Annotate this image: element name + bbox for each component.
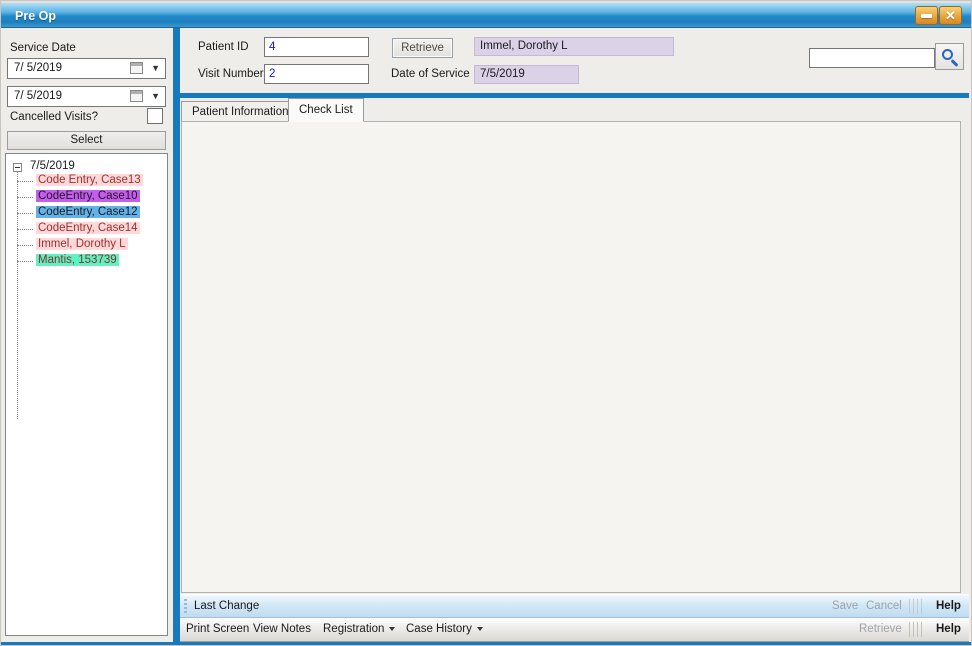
chevron-down-icon[interactable]: ▼: [151, 91, 160, 101]
tree-root-node[interactable]: 7/5/2019: [30, 160, 75, 172]
tab-check-list[interactable]: Check List: [288, 98, 364, 122]
tree-item[interactable]: CodeEntry, Case12: [36, 206, 140, 221]
window-title: Pre Op: [15, 9, 56, 23]
close-icon: ✕: [945, 9, 956, 22]
calendar-icon: [130, 62, 143, 74]
panel-divider: [173, 28, 180, 642]
search-button[interactable]: [935, 43, 964, 70]
minimize-button[interactable]: [915, 6, 938, 25]
status-bar: Last Change Save Cancel Help: [180, 594, 969, 618]
patient-name-field: Immel, Dorothy L: [474, 37, 674, 56]
save-button[interactable]: Save: [832, 600, 858, 612]
tree-item[interactable]: Immel, Dorothy L: [36, 238, 128, 253]
visits-tree: 7/5/2019 Code Entry, Case13 CodeEntry, C…: [5, 153, 168, 636]
patient-id-label: Patient ID: [198, 41, 249, 53]
visit-number-input[interactable]: [264, 64, 369, 84]
cancelled-visits-label: Cancelled Visits?: [10, 111, 98, 123]
chevron-down-icon: [389, 627, 395, 631]
tree-item[interactable]: Mantis, 153739: [36, 254, 119, 269]
search-icon: [942, 49, 953, 60]
calendar-icon: [130, 90, 143, 102]
retrieve-toolbar-button[interactable]: Retrieve: [859, 623, 902, 635]
window-bottom-border: [1, 642, 972, 646]
search-input[interactable]: [809, 48, 935, 68]
close-button[interactable]: ✕: [939, 6, 962, 25]
view-notes-button[interactable]: View Notes: [253, 623, 311, 635]
toolbar-separator: [909, 622, 923, 637]
service-date-label: Service Date: [10, 42, 76, 54]
help-button[interactable]: Help: [936, 600, 961, 612]
toolbar-separator: [909, 599, 923, 614]
tree-item[interactable]: CodeEntry, Case10: [36, 190, 140, 205]
tree-guide-line: [17, 171, 18, 419]
patient-id-input[interactable]: [264, 37, 369, 57]
toolbar-grip-icon: [184, 599, 187, 614]
service-date-to-picker[interactable]: 7/ 5/2019 ▼: [7, 86, 166, 107]
registration-menu[interactable]: Registration: [323, 623, 395, 635]
chevron-down-icon: [477, 627, 483, 631]
retrieve-button[interactable]: Retrieve: [392, 38, 453, 58]
date-of-service-field: 7/5/2019: [474, 65, 579, 84]
chevron-down-icon[interactable]: ▼: [151, 63, 160, 73]
tab-patient-information[interactable]: Patient Information: [181, 101, 300, 122]
select-button[interactable]: Select: [7, 131, 166, 150]
print-screen-button[interactable]: Print Screen: [186, 623, 249, 635]
date-of-service-label: Date of Service: [391, 68, 470, 80]
minimize-icon: [921, 14, 932, 18]
tree-item[interactable]: CodeEntry, Case14: [36, 222, 140, 237]
preop-window: Pre Op ✕ Service Date 7/ 5/2019 ▼ 7/ 5/2…: [0, 0, 972, 646]
last-change-label: Last Change: [194, 600, 259, 612]
service-date-from-picker[interactable]: 7/ 5/2019 ▼: [7, 58, 166, 79]
cancelled-visits-checkbox[interactable]: [147, 108, 163, 124]
tree-item[interactable]: Code Entry, Case13: [36, 174, 143, 189]
bottom-toolbar: Print Screen View Notes Registration Cas…: [180, 618, 969, 642]
tab-content-panel: [181, 121, 961, 593]
title-bar: Pre Op ✕: [1, 1, 972, 28]
visit-number-label: Visit Number: [198, 68, 264, 80]
case-history-menu[interactable]: Case History: [406, 623, 483, 635]
cancel-button[interactable]: Cancel: [866, 600, 902, 612]
help-toolbar-button[interactable]: Help: [936, 623, 961, 635]
